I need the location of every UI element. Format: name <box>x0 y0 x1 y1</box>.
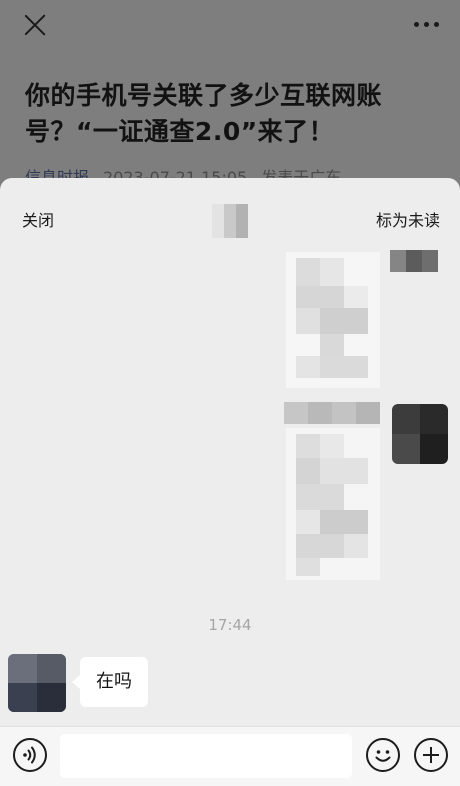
close-icon[interactable] <box>22 12 48 38</box>
message-input[interactable] <box>60 734 352 778</box>
article-top-bar <box>0 0 460 52</box>
mark-unread-button[interactable]: 标为未读 <box>376 207 440 231</box>
obscured-sent-message <box>284 402 380 424</box>
close-button[interactable]: 关闭 <box>22 207 54 231</box>
obscured-avatar <box>392 404 448 464</box>
voice-button[interactable] <box>13 738 47 772</box>
add-icon[interactable] <box>414 738 448 772</box>
contact-avatar[interactable] <box>8 654 66 712</box>
voice-icon <box>23 746 36 764</box>
obscured-sent-message <box>286 252 380 388</box>
emoji-button[interactable] <box>366 738 400 772</box>
obscured-avatar <box>8 654 66 712</box>
chat-sheet: 关闭 标为未读 17:44 在吗 <box>0 178 460 786</box>
article-title: 你的手机号关联了多少互联网账号？“一证通查2.0”来了！ <box>25 81 383 146</box>
incoming-message-bubble[interactable]: 在吗 <box>72 657 148 707</box>
obscured-sent-message <box>286 428 380 580</box>
chat-sheet-header: 关闭 标为未读 <box>0 178 460 240</box>
message-timestamp: 17:44 <box>208 616 252 634</box>
contact-name <box>212 204 248 238</box>
more-icon[interactable] <box>414 22 440 28</box>
chat-input-bar <box>0 726 460 786</box>
obscured-avatar <box>390 250 438 272</box>
emoji-icon <box>375 750 391 762</box>
